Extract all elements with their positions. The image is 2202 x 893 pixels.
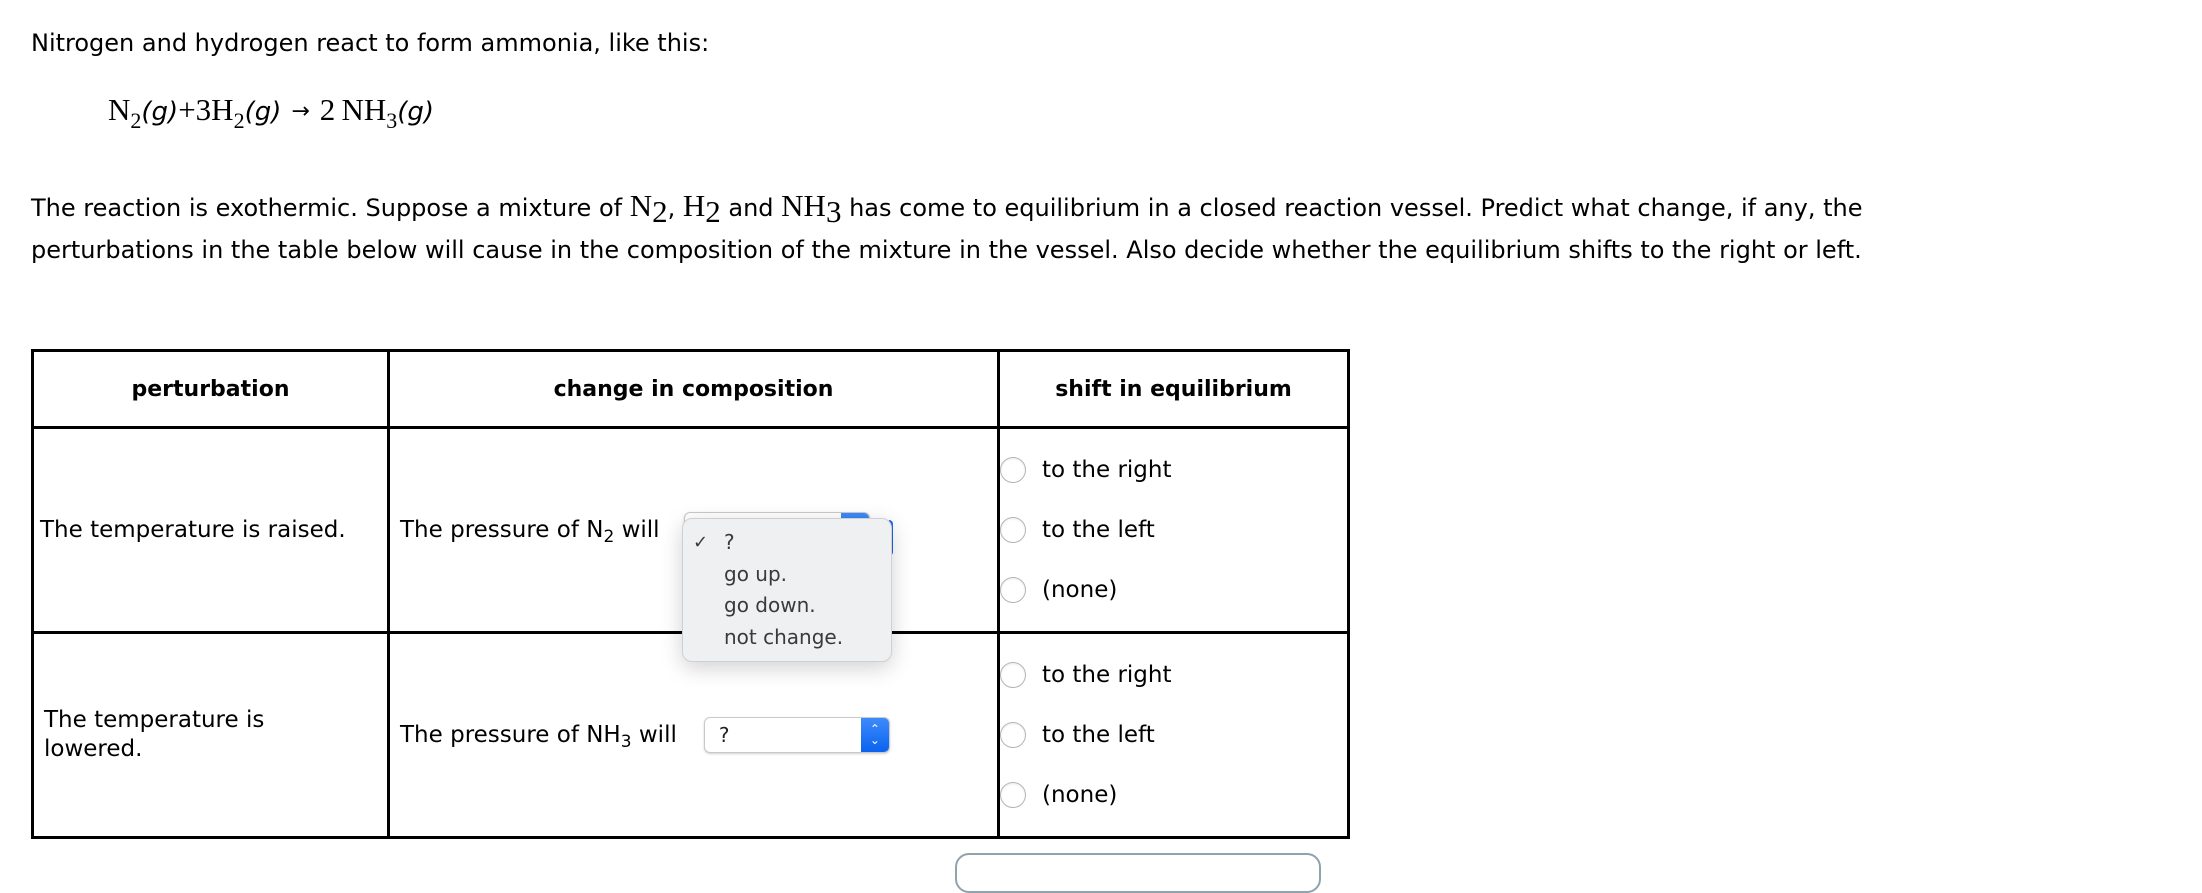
dropdown-option-not-change[interactable]: not change.	[683, 622, 891, 654]
composition-cell: The pressure of NH3 will ? ⌃ ⌄	[387, 631, 1000, 839]
dropdown-option-placeholder[interactable]: ✓?	[683, 527, 891, 559]
text: has come to equilibrium in a closed reac…	[841, 194, 1863, 222]
shift-cell: to the right to the left (none)	[997, 631, 1350, 839]
eq-coef: 2	[319, 92, 336, 127]
select-value: ?	[718, 723, 730, 747]
radio-button[interactable]	[1000, 577, 1026, 603]
chem-nh3: NH	[781, 188, 826, 223]
text: and	[720, 194, 782, 222]
reaction-equation: N2(g)+3H2(g) → 2 NH3(g)	[108, 90, 434, 134]
composition-select[interactable]: ? ⌃⌄	[703, 717, 890, 753]
eq-plus: +	[178, 92, 196, 127]
option-label: go up.	[724, 561, 788, 586]
dropdown-option-go-down[interactable]: go down.	[683, 590, 891, 622]
chem-n2: N	[629, 188, 653, 223]
eq-state: (g)	[244, 97, 282, 127]
radio-label: to the right	[1042, 457, 1172, 483]
option-label: go down.	[724, 593, 816, 617]
radio-option-right[interactable]: to the right	[1000, 645, 1347, 705]
dropdown-option-go-up[interactable]: go up.	[683, 559, 891, 591]
table-row: The temperature is lowered. The pressure…	[31, 631, 1350, 839]
eq-nh3: NH	[341, 92, 387, 127]
option-label: ?	[724, 530, 735, 554]
option-label: not change.	[724, 624, 844, 649]
radio-button[interactable]	[1000, 782, 1026, 808]
perturbation-cell: The temperature is raised.	[31, 426, 390, 634]
dropdown-menu[interactable]: ✓? go up. go down. not change.	[682, 518, 892, 662]
text: The pressure of N	[400, 517, 604, 543]
composition-label: The pressure of NH3 will	[400, 722, 677, 751]
header-shift-in-equilibrium: shift in equilibrium	[997, 349, 1350, 429]
text: ,	[667, 194, 683, 222]
radio-label: (none)	[1042, 782, 1118, 808]
eq-n2-sub: 2	[130, 108, 142, 133]
chem-h2: H	[682, 188, 706, 223]
instructions-paragraph: The reaction is exothermic. Suppose a mi…	[31, 180, 1862, 276]
composition-label: The pressure of N2 will	[400, 517, 660, 546]
shift-cell: to the right to the left (none)	[997, 426, 1350, 634]
radio-option-none[interactable]: (none)	[1000, 560, 1347, 620]
radio-button[interactable]	[1000, 722, 1026, 748]
eq-h2-sub: 2	[233, 108, 245, 133]
checkmark-icon: ✓	[693, 532, 709, 553]
header-change-in-composition: change in composition	[387, 349, 1000, 429]
eq-nh3-sub: 3	[386, 108, 398, 133]
radio-button[interactable]	[1000, 457, 1026, 483]
eq-coef: 3	[195, 92, 212, 127]
reaction-arrow-icon: →	[291, 99, 310, 124]
radio-label: (none)	[1042, 577, 1118, 603]
header-perturbation: perturbation	[31, 349, 390, 429]
chevron-updown-icon: ⌃⌄	[860, 718, 889, 752]
instructions-line-2: perturbations in the table below will ca…	[31, 235, 1862, 264]
eq-state: (g)	[397, 97, 435, 127]
radio-option-left[interactable]: to the left	[1000, 500, 1347, 560]
perturbation-text: The temperature is lowered.	[44, 707, 265, 762]
text: The reaction is exothermic. Suppose a mi…	[31, 194, 630, 222]
radio-label: to the right	[1042, 662, 1172, 688]
text: 3	[620, 732, 632, 752]
table-header-row: perturbation change in composition shift…	[31, 349, 1350, 429]
eq-n2: N	[108, 92, 131, 127]
intro-text: Nitrogen and hydrogen react to form ammo…	[31, 29, 710, 57]
radio-label: to the left	[1042, 722, 1155, 748]
answer-panel	[955, 853, 1321, 893]
text: will	[614, 517, 660, 543]
radio-button[interactable]	[1000, 517, 1026, 543]
text: The pressure of NH	[400, 722, 621, 748]
radio-button[interactable]	[1000, 662, 1026, 688]
eq-state: (g)	[141, 97, 179, 127]
radio-label: to the left	[1042, 517, 1155, 543]
text: 2	[603, 527, 615, 547]
radio-option-left[interactable]: to the left	[1000, 705, 1347, 765]
radio-option-none[interactable]: (none)	[1000, 765, 1347, 825]
eq-h2: H	[211, 92, 234, 127]
perturbation-cell: The temperature is lowered.	[31, 631, 390, 839]
text: will	[631, 722, 677, 748]
radio-option-right[interactable]: to the right	[1000, 440, 1347, 500]
